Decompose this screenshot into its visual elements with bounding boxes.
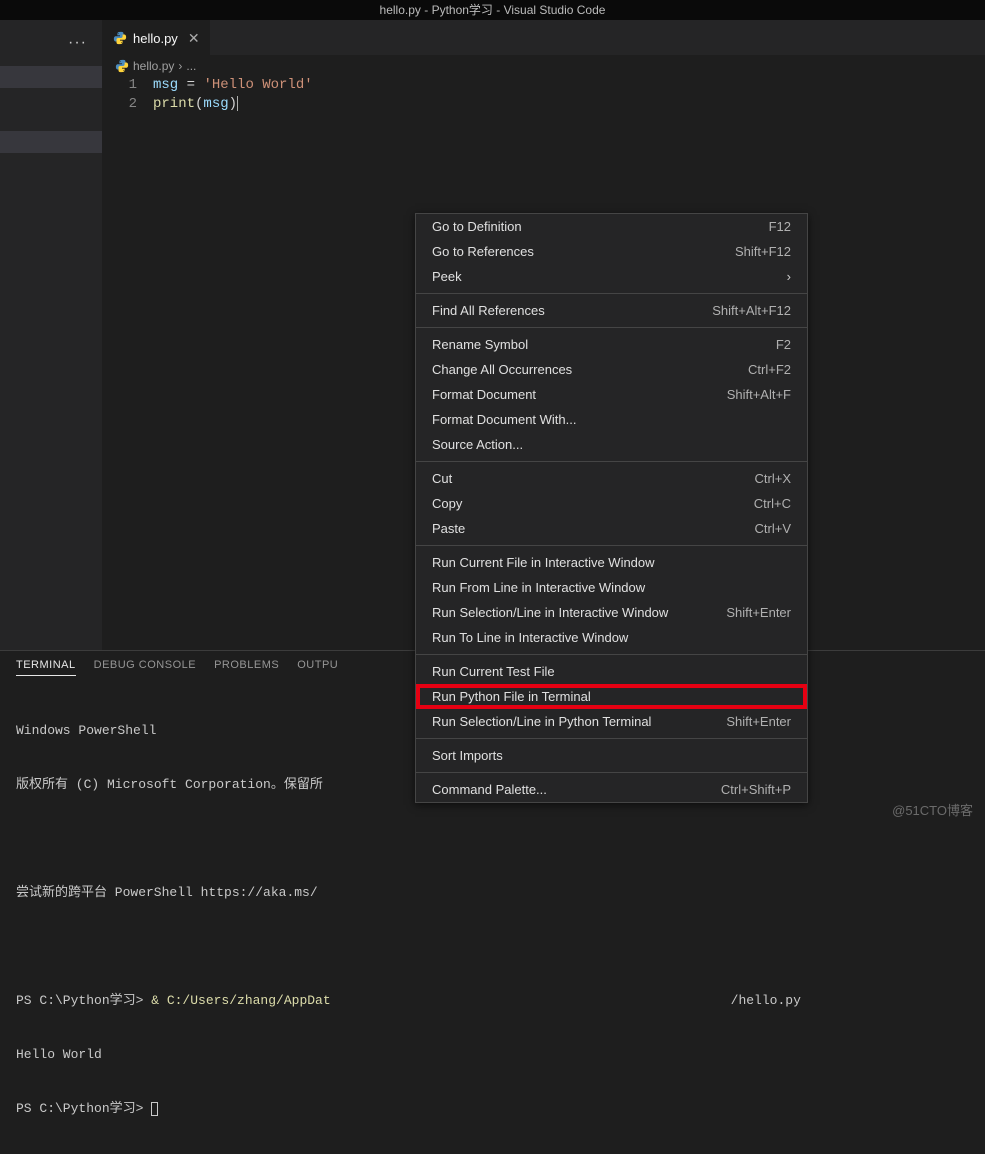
explorer-sidebar: ··· xyxy=(0,20,103,650)
menu-go-to-references[interactable]: Go to ReferencesShift+F12 xyxy=(416,239,807,264)
terminal-line: Hello World xyxy=(16,1046,969,1064)
menu-source-action[interactable]: Source Action... xyxy=(416,432,807,457)
menu-peek[interactable]: Peek› xyxy=(416,264,807,289)
menu-run-selection-python-terminal[interactable]: Run Selection/Line in Python TerminalShi… xyxy=(416,709,807,734)
menu-command-palette[interactable]: Command Palette...Ctrl+Shift+P xyxy=(416,777,807,802)
tab-filename: hello.py xyxy=(133,31,178,46)
context-menu: Go to DefinitionF12 Go to ReferencesShif… xyxy=(415,213,808,803)
sidebar-more-icon[interactable]: ··· xyxy=(68,34,102,52)
python-icon xyxy=(115,59,129,73)
line-number: 2 xyxy=(103,96,137,115)
tab-bar: hello.py ✕ xyxy=(103,20,985,55)
terminal-cursor xyxy=(151,1102,158,1116)
menu-separator xyxy=(416,327,807,328)
menu-paste[interactable]: PasteCtrl+V xyxy=(416,516,807,541)
window-title: hello.py - Python学习 - Visual Studio Code xyxy=(0,0,985,20)
tab-debug-console[interactable]: DEBUG CONSOLE xyxy=(94,659,196,676)
menu-cut[interactable]: CutCtrl+X xyxy=(416,466,807,491)
tab-hello-py[interactable]: hello.py ✕ xyxy=(103,20,210,55)
sidebar-item[interactable] xyxy=(0,131,102,153)
menu-run-to-line-interactive[interactable]: Run To Line in Interactive Window xyxy=(416,625,807,650)
text-cursor xyxy=(237,96,238,111)
menu-separator xyxy=(416,461,807,462)
line-number: 1 xyxy=(103,77,137,96)
menu-format-document-with[interactable]: Format Document With... xyxy=(416,407,807,432)
tab-problems[interactable]: PROBLEMS xyxy=(214,659,279,676)
code-line[interactable]: print(msg) xyxy=(153,96,985,115)
menu-go-to-definition[interactable]: Go to DefinitionF12 xyxy=(416,214,807,239)
breadcrumb-more: ... xyxy=(186,59,196,73)
terminal-line: PS C:\Python学习> xyxy=(16,1100,969,1118)
menu-format-document[interactable]: Format DocumentShift+Alt+F xyxy=(416,382,807,407)
close-icon[interactable]: ✕ xyxy=(188,30,200,47)
menu-change-all-occurrences[interactable]: Change All OccurrencesCtrl+F2 xyxy=(416,357,807,382)
chevron-right-icon: › xyxy=(178,59,182,73)
terminal-line: PS C:\Python学习> & C:/Users/zhang/AppDat/… xyxy=(16,992,969,1010)
menu-run-python-file-terminal[interactable]: Run Python File in Terminal xyxy=(416,684,807,709)
breadcrumb[interactable]: hello.py › ... xyxy=(103,55,985,77)
code-line[interactable]: msg = 'Hello World' xyxy=(153,77,985,96)
menu-find-all-references[interactable]: Find All ReferencesShift+Alt+F12 xyxy=(416,298,807,323)
breadcrumb-file: hello.py xyxy=(133,59,174,73)
menu-run-current-interactive[interactable]: Run Current File in Interactive Window xyxy=(416,550,807,575)
python-icon xyxy=(113,31,127,45)
menu-run-current-test[interactable]: Run Current Test File xyxy=(416,659,807,684)
menu-separator xyxy=(416,293,807,294)
tab-terminal[interactable]: TERMINAL xyxy=(16,659,76,676)
watermark: @51CTO博客 xyxy=(892,800,973,819)
tab-output[interactable]: OUTPU xyxy=(297,659,338,676)
menu-separator xyxy=(416,654,807,655)
line-gutter: 1 2 xyxy=(103,77,153,650)
terminal-line: 尝试新的跨平台 PowerShell https://aka.ms/ xyxy=(16,884,969,902)
menu-rename-symbol[interactable]: Rename SymbolF2 xyxy=(416,332,807,357)
chevron-right-icon: › xyxy=(787,269,791,284)
menu-run-selection-interactive[interactable]: Run Selection/Line in Interactive Window… xyxy=(416,600,807,625)
menu-copy[interactable]: CopyCtrl+C xyxy=(416,491,807,516)
menu-separator xyxy=(416,772,807,773)
sidebar-item[interactable] xyxy=(0,66,102,88)
menu-sort-imports[interactable]: Sort Imports xyxy=(416,743,807,768)
menu-separator xyxy=(416,738,807,739)
menu-separator xyxy=(416,545,807,546)
menu-run-from-line-interactive[interactable]: Run From Line in Interactive Window xyxy=(416,575,807,600)
